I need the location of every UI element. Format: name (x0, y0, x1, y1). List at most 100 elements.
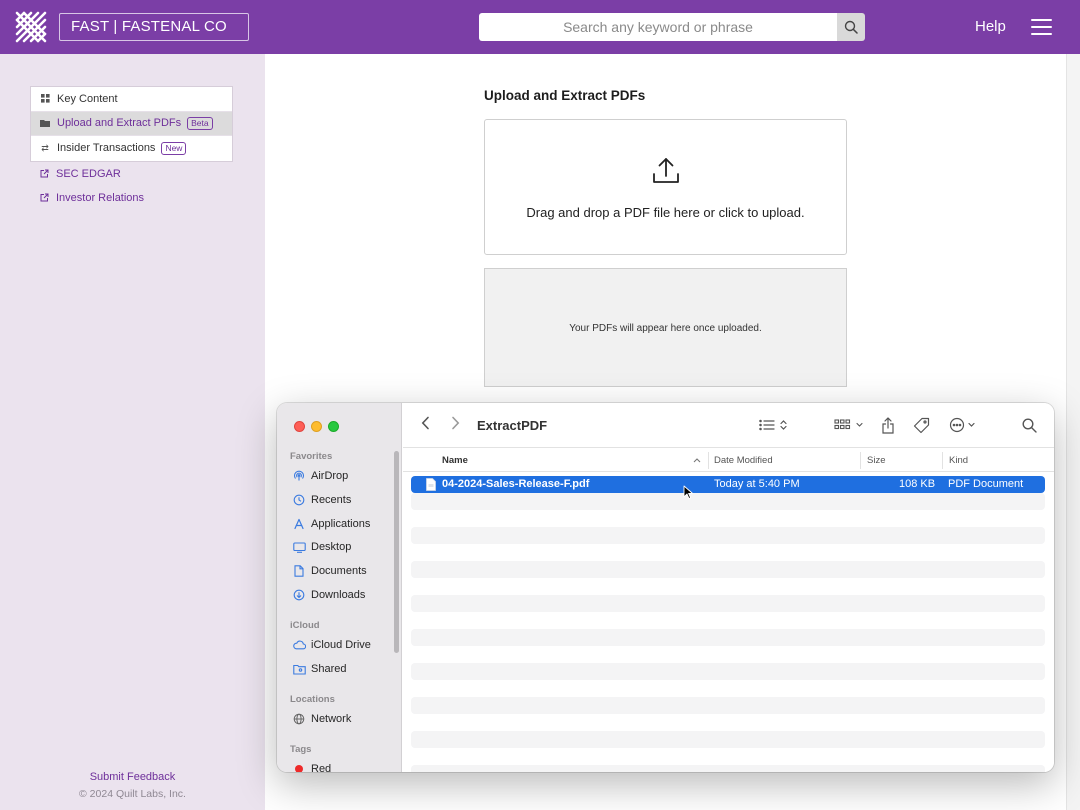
help-link[interactable]: Help (975, 18, 1006, 35)
red-tag-dot-icon (292, 762, 306, 772)
finder-item-applications[interactable]: Applications (292, 516, 370, 532)
sidebar-item-key-content[interactable]: Key Content (31, 87, 232, 112)
file-row[interactable]: 04-2024-Sales-Release-F.pdf Today at 5:4… (411, 476, 1045, 493)
search-icon (844, 20, 858, 34)
sidebar-item-upload-extract[interactable]: Upload and Extract PDFs Beta (31, 111, 232, 136)
search-input[interactable] (479, 13, 837, 41)
dropzone-text: Drag and drop a PDF file here or click t… (526, 205, 805, 220)
file-kind: PDF Document (948, 478, 1024, 490)
column-date-header[interactable]: Date Modified (714, 455, 773, 466)
swap-arrows-icon: ⇄ (41, 142, 49, 153)
finder-search-icon[interactable] (1022, 416, 1037, 434)
sidebar-nav: Key Content Upload and Extract PDFs Beta… (30, 86, 233, 162)
finder-sidebar-scrollbar[interactable] (394, 451, 399, 653)
zoom-window-button[interactable] (328, 421, 339, 432)
external-link-icon (40, 169, 50, 179)
share-icon[interactable] (881, 416, 895, 434)
finder-item-label: Recents (311, 494, 352, 506)
investor-relations-link[interactable]: Investor Relations (40, 192, 144, 204)
finder-toolbar: ExtractPDF (403, 403, 1054, 447)
sidebar-item-insider-transactions[interactable]: ⇄ Insider Transactions New (31, 136, 232, 161)
page-scrollbar[interactable] (1066, 54, 1080, 810)
search-button[interactable] (837, 13, 865, 41)
finder-column-header: Name Date Modified Size Kind (403, 447, 1054, 472)
empty-row (411, 663, 1045, 680)
finder-item-label: Downloads (311, 589, 366, 601)
copyright-text: © 2024 Quilt Labs, Inc. (79, 788, 186, 800)
empty-row (411, 595, 1045, 612)
submit-feedback-link[interactable]: Submit Feedback (0, 771, 265, 783)
favorites-heading: Favorites (290, 451, 333, 462)
finder-item-downloads[interactable]: Downloads (292, 587, 365, 603)
external-link-icon (40, 193, 50, 203)
minimize-window-button[interactable] (311, 421, 322, 432)
desktop-icon (292, 540, 306, 554)
globe-icon (292, 712, 306, 726)
finder-item-icloud-drive[interactable]: iCloud Drive (292, 637, 371, 653)
search-bar (479, 13, 865, 41)
quilt-logo-icon[interactable] (14, 10, 48, 44)
clock-icon (292, 493, 306, 507)
grid-icon (40, 94, 50, 104)
airdrop-icon (292, 469, 306, 483)
sec-edgar-link[interactable]: SEC EDGAR (40, 168, 121, 180)
new-badge: New (161, 141, 187, 155)
download-icon (292, 588, 306, 602)
finder-item-label: Red (311, 763, 332, 772)
icloud-heading: iCloud (290, 620, 320, 631)
finder-window: Favorites AirDrop Recents Applications D… (277, 403, 1054, 772)
list-view-icon[interactable] (759, 416, 789, 434)
uploaded-pdf-list: Your PDFs will appear here once uploaded… (484, 268, 847, 387)
top-bar: FAST | FASTENAL CO Help (0, 0, 1080, 54)
empty-row (411, 629, 1045, 646)
finder-content: ExtractPDF Name Date Modified Size Kind … (403, 403, 1054, 772)
column-kind-header[interactable]: Kind (949, 455, 968, 466)
sec-edgar-label: SEC EDGAR (56, 168, 121, 180)
empty-row (411, 493, 1045, 510)
applications-icon (292, 517, 306, 531)
document-icon (292, 564, 306, 578)
empty-row (411, 731, 1045, 748)
column-size-header[interactable]: Size (867, 455, 885, 466)
finder-item-tag-red[interactable]: Red (292, 761, 331, 772)
empty-row (411, 765, 1045, 772)
finder-item-shared[interactable]: Shared (292, 661, 346, 677)
finder-item-recents[interactable]: Recents (292, 492, 351, 508)
finder-item-desktop[interactable]: Desktop (292, 539, 351, 555)
empty-row (411, 561, 1045, 578)
empty-row (411, 527, 1045, 544)
sidebar-item-label: Insider Transactions (57, 142, 156, 155)
forward-arrow-icon[interactable] (451, 416, 460, 435)
column-name-header[interactable]: Name (442, 455, 468, 466)
sidebar-item-label: Upload and Extract PDFs (57, 117, 182, 130)
hamburger-menu-icon[interactable] (1031, 19, 1052, 35)
folder-icon (40, 118, 50, 128)
group-view-icon[interactable] (834, 416, 866, 434)
back-arrow-icon[interactable] (421, 416, 430, 435)
more-actions-icon[interactable] (949, 416, 981, 434)
pdf-dropzone[interactable]: Drag and drop a PDF file here or click t… (484, 119, 847, 255)
finder-item-airdrop[interactable]: AirDrop (292, 468, 348, 484)
finder-item-documents[interactable]: Documents (292, 563, 367, 579)
investor-relations-label: Investor Relations (56, 192, 145, 204)
finder-item-label: Desktop (311, 541, 352, 553)
beta-badge: Beta (187, 116, 213, 130)
cloud-icon (292, 638, 306, 652)
sidebar: Key Content Upload and Extract PDFs Beta… (0, 54, 265, 810)
tags-heading: Tags (290, 744, 312, 755)
tag-icon[interactable] (913, 416, 930, 434)
finder-sidebar: Favorites AirDrop Recents Applications D… (277, 403, 402, 772)
empty-list-message: Your PDFs will appear here once uploaded… (569, 323, 762, 334)
finder-item-label: Applications (311, 518, 371, 530)
column-divider (942, 452, 943, 469)
shared-folder-icon (292, 662, 306, 676)
finder-item-network[interactable]: Network (292, 711, 351, 727)
sidebar-item-label: Key Content (57, 92, 118, 105)
column-divider (708, 452, 709, 469)
sort-chevron-up-icon (693, 458, 701, 463)
close-window-button[interactable] (294, 421, 305, 432)
company-ticker-selector[interactable]: FAST | FASTENAL CO (59, 13, 249, 41)
finder-folder-title: ExtractPDF (477, 418, 548, 433)
finder-item-label: Network (311, 713, 352, 725)
upload-icon (653, 158, 679, 183)
